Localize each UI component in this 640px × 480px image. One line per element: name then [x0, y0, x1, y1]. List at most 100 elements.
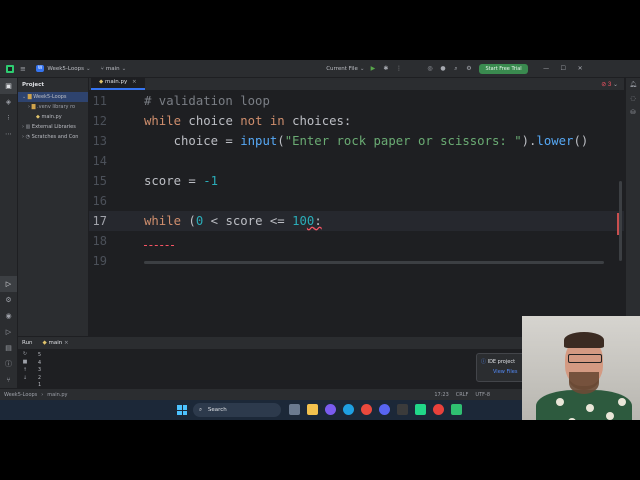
- ai-assistant-icon[interactable]: ◎: [425, 65, 434, 72]
- chevron-right-icon: ›: [28, 104, 30, 110]
- chevron-down-icon: ⌄: [22, 94, 27, 100]
- line-number: 16: [92, 194, 107, 208]
- search-icon[interactable]: ⌕: [451, 65, 460, 73]
- more-icon[interactable]: ⋮: [394, 65, 403, 72]
- task-view-icon[interactable]: [289, 404, 300, 415]
- database-icon[interactable]: ⛁: [626, 106, 640, 120]
- tree-item-label: .venv library ro: [37, 104, 76, 110]
- project-panel-header[interactable]: Project: [18, 78, 88, 92]
- line-number: 11: [92, 94, 107, 108]
- horizontal-scrollbar[interactable]: [144, 261, 604, 264]
- vertical-scrollbar[interactable]: [619, 181, 622, 261]
- run-toolbar: ↻ ■ ↑ ↓: [18, 350, 32, 388]
- run-config-selector[interactable]: Current File ⌄: [326, 66, 364, 72]
- close-tab-icon[interactable]: ×: [64, 340, 69, 346]
- tree-item-external-libraries[interactable]: › ▥ External Libraries: [18, 122, 88, 132]
- code-line: 14: [89, 151, 624, 171]
- editor-tab-main-py[interactable]: ◆ main.py ×: [91, 77, 145, 90]
- scroll-up-icon[interactable]: ↑: [18, 366, 32, 374]
- close-tab-icon[interactable]: ×: [132, 79, 137, 85]
- console-line: 5: [38, 352, 42, 358]
- rerun-icon[interactable]: ↻: [18, 350, 32, 358]
- chevron-down-icon: ⌄: [85, 65, 91, 72]
- project-badge: W: [35, 65, 45, 72]
- git-icon[interactable]: ⑂: [0, 372, 17, 388]
- error-squiggle: [144, 242, 174, 246]
- start-free-trial-button[interactable]: Start Free Trial: [479, 63, 528, 74]
- python-file-icon: ◆: [36, 114, 40, 120]
- title-bar: ≡ W Week5-Loops ⌄ ⑂ main ⌄ Current File …: [0, 60, 640, 78]
- inspection-widget[interactable]: ⊘ 3 ⌄: [601, 81, 618, 88]
- ai-chat-icon[interactable]: ◌: [626, 92, 640, 106]
- tree-item-label: Week5-Loops: [33, 94, 67, 100]
- maximize-icon[interactable]: ☐: [559, 65, 568, 72]
- console-line: 3: [38, 367, 42, 373]
- editor-tab-bar: ◆ main.py ×: [89, 77, 624, 91]
- tree-item-main-py[interactable]: ◆ main.py: [18, 112, 88, 122]
- stop-icon[interactable]: ■: [18, 358, 32, 366]
- taskbar-search-box[interactable]: ⌕ Search: [193, 403, 281, 417]
- branch-selector[interactable]: ⑂ main ⌄: [101, 66, 127, 72]
- run-icon[interactable]: ▶: [368, 65, 377, 72]
- breadcrumb-file[interactable]: main.py: [47, 392, 67, 398]
- main-menu-icon[interactable]: ≡: [20, 65, 26, 73]
- tree-item-label: External Libraries: [31, 124, 76, 130]
- console-line: 2: [38, 374, 42, 381]
- terminal-app-icon[interactable]: [397, 404, 408, 415]
- project-folder-icon[interactable]: ▣: [0, 78, 17, 94]
- code-line: 18: [89, 231, 624, 251]
- python-console-icon[interactable]: ▷: [0, 324, 17, 340]
- problems-icon[interactable]: ⓘ: [0, 356, 17, 372]
- python-packages-icon[interactable]: ◉: [0, 308, 17, 324]
- code-editor[interactable]: ◆ main.py × 11 # validation loop 12 whil…: [89, 77, 624, 336]
- status-right-group: 17:23 CRLF UTF-8: [434, 392, 490, 398]
- line-number: 17: [92, 214, 107, 228]
- run-tab-main[interactable]: ◆ main ×: [43, 340, 69, 346]
- recorder-app-icon[interactable]: [433, 404, 444, 415]
- search-icon: ⌕: [199, 407, 203, 413]
- commit-icon[interactable]: ◈: [0, 94, 17, 110]
- notifications-icon[interactable]: 🔔︎: [626, 78, 640, 92]
- edge-browser-icon[interactable]: [343, 404, 354, 415]
- line-separator[interactable]: CRLF: [456, 392, 469, 398]
- tree-item-venv[interactable]: › ▇ .venv library ro: [18, 102, 88, 112]
- settings-gear-icon[interactable]: ⚙: [464, 65, 473, 72]
- code-area[interactable]: 11 # validation loop 12 while choice not…: [89, 91, 624, 336]
- breadcrumb-project[interactable]: Week5-Loops: [4, 392, 37, 398]
- line-number: 19: [92, 254, 107, 268]
- tab-label: main.py: [104, 79, 128, 85]
- code-line: 12 while choice not in choices:: [89, 111, 624, 131]
- more-tools-icon[interactable]: ⋯: [0, 126, 17, 142]
- tree-item-scratches[interactable]: › ◔ Scratches and Con: [18, 132, 88, 142]
- run-tool-icon[interactable]: ▷: [0, 276, 17, 292]
- services-icon[interactable]: ⚙: [0, 292, 17, 308]
- code-comment: # validation loop: [144, 94, 270, 108]
- windows-start-icon[interactable]: [177, 405, 187, 415]
- project-selector[interactable]: W Week5-Loops ⌄: [35, 65, 91, 72]
- close-icon[interactable]: ✕: [576, 65, 585, 72]
- scroll-down-icon[interactable]: ↓: [18, 374, 32, 382]
- info-icon: ⓘ: [481, 359, 487, 365]
- file-explorer-icon[interactable]: [307, 404, 318, 415]
- ide-logo-icon: [6, 64, 14, 73]
- pycharm-app-icon[interactable]: [415, 404, 426, 415]
- copilot-icon[interactable]: [325, 404, 336, 415]
- code-text: while choice not in choices:: [144, 114, 352, 128]
- line-number: 12: [92, 114, 107, 128]
- code-line: 15 score = -1: [89, 171, 624, 191]
- structure-icon[interactable]: ⁝: [0, 110, 17, 126]
- minimize-icon[interactable]: —: [542, 65, 551, 72]
- debug-icon[interactable]: ✱: [381, 65, 390, 72]
- chrome-icon[interactable]: [361, 404, 372, 415]
- line-number: 14: [92, 154, 107, 168]
- discord-icon[interactable]: [379, 404, 390, 415]
- chevron-down-icon: ⌄: [359, 65, 365, 72]
- ide-app-icon[interactable]: [451, 404, 462, 415]
- terminal-icon[interactable]: ▤: [0, 340, 17, 356]
- tree-item-project-root[interactable]: ⌄ ▇ Week5-Loops: [18, 92, 88, 102]
- caret-position[interactable]: 17:23: [434, 392, 448, 398]
- account-icon[interactable]: ●: [438, 65, 447, 72]
- code-line-current: 17 while (0 < score <= 100:: [89, 211, 624, 231]
- file-encoding[interactable]: UTF-8: [475, 392, 490, 398]
- console-line: 4: [38, 359, 42, 366]
